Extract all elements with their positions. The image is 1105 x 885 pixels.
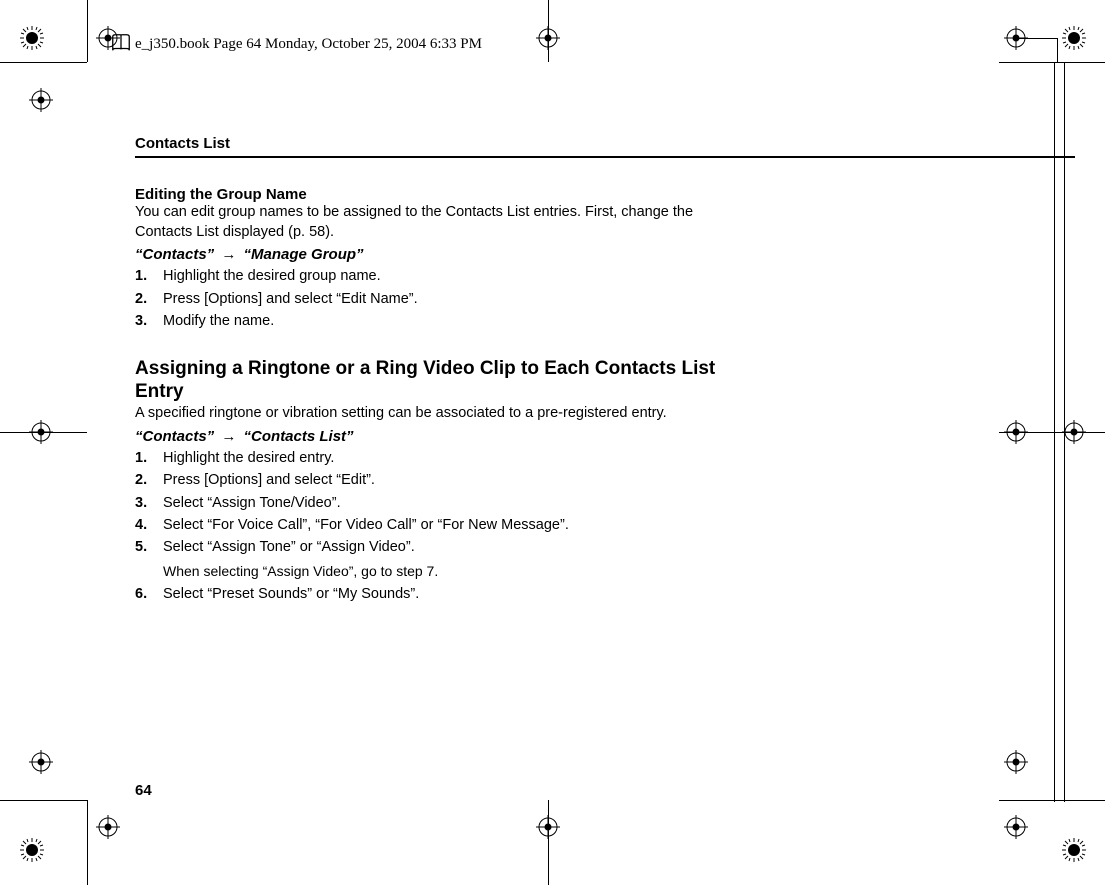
registration-mark-icon: [1062, 420, 1086, 444]
subsection-heading: Assigning a Ringtone or a Ring Video Cli…: [135, 357, 755, 405]
step-item: Select “Preset Sounds” or “My Sounds”.: [135, 583, 835, 605]
menu-path: “Contacts” → “Contacts List”: [135, 428, 835, 445]
step-item: Select “Assign Tone/Video”.: [135, 492, 835, 514]
registration-mark-icon: [29, 88, 53, 112]
registration-mark-icon: [1004, 750, 1028, 774]
arrow-icon: →: [218, 428, 239, 445]
step-subnote: When selecting “Assign Video”, go to ste…: [163, 561, 835, 583]
section-rule: [135, 156, 1075, 158]
registration-mark-icon: [29, 420, 53, 444]
step-item: Highlight the desired entry.: [135, 447, 835, 469]
intro-paragraph: A specified ringtone or vibration settin…: [135, 404, 835, 424]
registration-mark-icon: [96, 815, 120, 839]
step-item: Press [Options] and select “Edit Name”.: [135, 288, 835, 310]
connector-line: [1057, 38, 1058, 63]
trim-line-right-inner: [1054, 62, 1055, 802]
registration-mark-icon: [536, 26, 560, 50]
menu-path-part: “Contacts”: [135, 246, 214, 263]
menu-path-part: “Manage Group”: [244, 246, 364, 263]
sunburst-icon: [1062, 838, 1086, 862]
arrow-icon: →: [218, 246, 239, 263]
menu-path: “Contacts” → “Manage Group”: [135, 246, 835, 263]
registration-mark-icon: [1004, 26, 1028, 50]
registration-mark-icon: [1004, 420, 1028, 444]
steps-list: Highlight the desired group name. Press …: [135, 265, 835, 332]
trim-line-top: [999, 62, 1105, 63]
sunburst-icon: [1062, 26, 1086, 50]
subsection-heading: Editing the Group Name: [135, 186, 835, 203]
trim-line-center-bot: [548, 800, 549, 885]
step-text: Select “Assign Tone” or “Assign Video”.: [163, 539, 415, 555]
trim-line-left: [87, 800, 88, 885]
step-item: Select “For Voice Call”, “For Video Call…: [135, 514, 835, 536]
steps-list: Highlight the desired entry. Press [Opti…: [135, 447, 835, 606]
sunburst-icon: [20, 838, 44, 862]
step-item: Highlight the desired group name.: [135, 265, 835, 287]
trim-line-bot: [999, 800, 1105, 801]
file-meta-header: e_j350.book Page 64 Monday, October 25, …: [135, 36, 482, 53]
registration-mark-icon: [1004, 815, 1028, 839]
page-content: Contacts List Editing the Group Name You…: [135, 135, 835, 615]
step-item: Select “Assign Tone” or “Assign Video”. …: [135, 536, 835, 582]
book-icon: [110, 32, 132, 54]
trim-line-bot: [0, 800, 87, 801]
intro-paragraph: You can edit group names to be assigned …: [135, 203, 735, 242]
step-item: Modify the name.: [135, 310, 835, 332]
step-item: Press [Options] and select “Edit”.: [135, 469, 835, 491]
page-number: 64: [135, 782, 152, 799]
trim-line-left: [87, 0, 88, 62]
section-title: Contacts List: [135, 135, 835, 152]
registration-mark-icon: [536, 815, 560, 839]
sunburst-icon: [20, 26, 44, 50]
menu-path-part: “Contacts”: [135, 428, 214, 445]
trim-line-top: [0, 62, 87, 63]
menu-path-part: “Contacts List”: [244, 428, 354, 445]
registration-mark-icon: [29, 750, 53, 774]
